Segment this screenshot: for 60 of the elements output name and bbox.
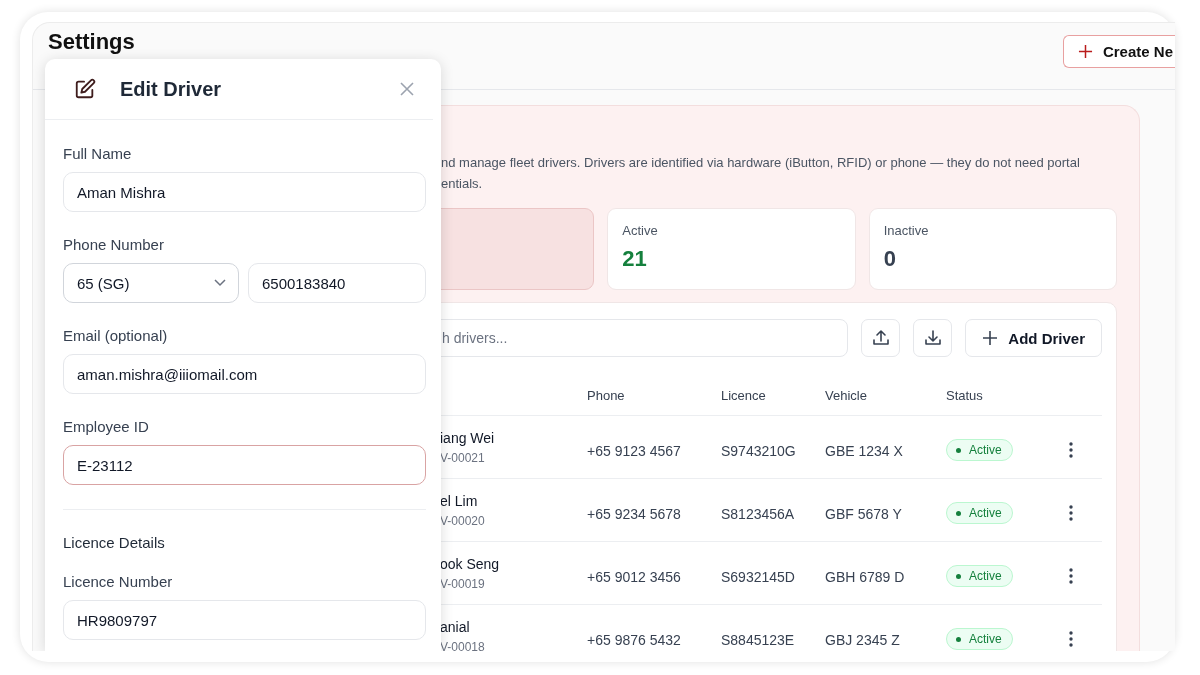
table-cell-text: GBH 6789 D — [825, 568, 906, 585]
edit-icon — [74, 78, 96, 100]
input-field[interactable]: E-23112 — [63, 445, 426, 485]
dialog-title: Edit Driver — [120, 77, 223, 101]
table-cell-text: GBE 1234 X — [825, 442, 904, 459]
driver-id: V-00018 — [440, 639, 486, 651]
input-field[interactable]: HR9809797 — [63, 600, 426, 640]
field-label: Licence Number — [63, 573, 174, 591]
column-header: Licence — [721, 386, 767, 403]
status-badge: Active — [946, 502, 1013, 524]
page-title: Settings — [48, 29, 135, 55]
field-label: Employee ID — [63, 418, 150, 436]
more-icon[interactable] — [1068, 504, 1074, 522]
status-badge: Active — [946, 565, 1013, 587]
more-icon[interactable] — [1068, 630, 1074, 648]
table-cell-text: S8123456A — [721, 505, 796, 522]
upload-icon — [870, 328, 891, 348]
upload-button[interactable] — [861, 319, 901, 357]
download-icon — [922, 328, 943, 348]
column-header: Status — [946, 386, 984, 403]
more-icon[interactable] — [1068, 567, 1074, 585]
field-label: Full Name — [63, 145, 133, 163]
table-cell-text: S9743210G — [721, 442, 797, 459]
status-badge: Active — [946, 439, 1013, 461]
field-label: Phone Number — [63, 236, 165, 254]
table-cell-text: +65 9123 4567 — [587, 442, 682, 459]
table-cell-text: +65 9876 5432 — [587, 631, 682, 648]
table-cell-text: GBJ 2345 Z — [825, 631, 901, 648]
driver-id: V-00019 — [440, 576, 486, 591]
stat-card[interactable]: Inactive 0 — [868, 208, 1117, 290]
driver-name: ook Seng — [440, 555, 501, 572]
driver-id: V-00021 — [440, 450, 486, 465]
driver-name: iang Wei — [440, 429, 496, 446]
country-select[interactable]: 65 (SG) — [63, 263, 239, 303]
description-text: nd manage fleet drivers. Drivers are identified via hardware (iButton, RFID) or phone — they do not need portal — [441, 154, 1081, 172]
table-cell-text: S6932145D — [721, 568, 796, 585]
column-header: Phone — [587, 386, 626, 403]
input-field[interactable]: Aman Mishra — [63, 172, 426, 212]
download-button[interactable] — [913, 319, 953, 357]
status-badge: Active — [946, 628, 1013, 650]
chevron-down-icon — [214, 279, 226, 287]
input-field[interactable]: 6500183840 — [248, 263, 426, 303]
table-cell-text: +65 9234 5678 — [587, 505, 682, 522]
table-cell-text: S8845123E — [721, 631, 796, 648]
plus-icon — [1077, 44, 1093, 59]
stat-card[interactable]: Active 21 — [607, 208, 856, 290]
table-cell-text: GBF 5678 Y — [825, 505, 903, 522]
more-icon[interactable] — [1068, 441, 1074, 459]
column-header: Vehicle — [825, 386, 868, 403]
driver-name: el Lim — [440, 492, 479, 509]
plus-icon — [982, 330, 999, 346]
create-new-button[interactable]: Create Ne — [1062, 35, 1175, 68]
field-label: Email (optional) — [63, 327, 169, 345]
driver-name: anial — [440, 618, 471, 635]
driver-id: V-00020 — [440, 513, 486, 528]
table-cell-text: +65 9012 3456 — [587, 568, 682, 585]
input-field[interactable]: aman.mishra@iiiomail.com — [63, 354, 426, 394]
section-heading: Licence Details — [63, 534, 166, 551]
add-driver-button[interactable]: Add Driver — [965, 319, 1102, 357]
description-text: entials. — [441, 175, 484, 193]
